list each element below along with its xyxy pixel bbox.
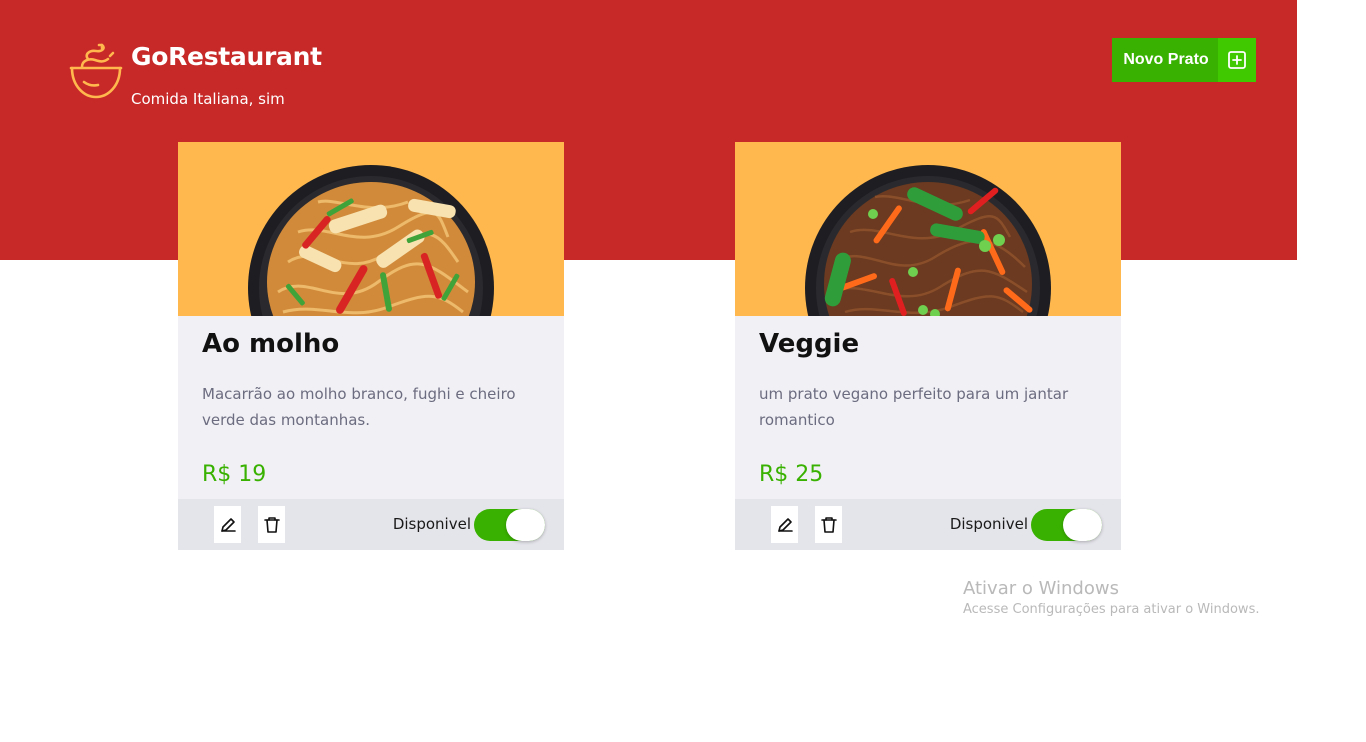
dish-image — [735, 142, 1121, 316]
trash-icon — [263, 516, 280, 533]
dish-name: Veggie — [759, 329, 860, 359]
new-dish-label: Novo Prato — [1123, 51, 1209, 68]
delete-button[interactable] — [258, 506, 285, 543]
pencil-icon — [777, 517, 793, 532]
new-dish-button[interactable]: Novo Prato — [1112, 38, 1256, 82]
watermark-title: Ativar o Windows — [963, 578, 1119, 599]
watermark-subtitle: Acesse Configurações para ativar o Windo… — [963, 602, 1260, 617]
brand-subtitle: Comida Italiana, sim — [131, 90, 285, 108]
toggle-knob — [1063, 509, 1102, 541]
edit-button[interactable] — [771, 506, 798, 543]
dish-footer: Disponivel — [178, 499, 564, 550]
windows-activation-watermark: Ativar o Windows Acesse Configurações pa… — [963, 578, 1259, 617]
dish-card: Ao molho Macarrão ao molho branco, fughi… — [178, 142, 564, 550]
pencil-icon — [220, 517, 236, 532]
trash-icon — [820, 516, 837, 533]
availability-toggle[interactable] — [474, 509, 545, 541]
brand-title: GoRestaurant — [131, 42, 322, 71]
edit-button[interactable] — [214, 506, 241, 543]
toggle-knob — [506, 509, 545, 541]
dish-price: R$ 25 — [759, 462, 824, 487]
dish-name: Ao molho — [202, 329, 340, 359]
availability-label: Disponivel — [392, 515, 471, 533]
availability-toggle[interactable] — [1031, 509, 1102, 541]
dish-image — [178, 142, 564, 316]
bowl-icon — [68, 42, 124, 100]
delete-button[interactable] — [815, 506, 842, 543]
plus-square-icon — [1218, 38, 1256, 82]
dish-footer: Disponivel — [735, 499, 1121, 550]
dish-price: R$ 19 — [202, 462, 267, 487]
dish-description: Macarrão ao molho branco, fughi e cheiro… — [202, 385, 516, 429]
dish-card: Veggie um prato vegano perfeito para um … — [735, 142, 1121, 550]
availability-label: Disponivel — [949, 515, 1028, 533]
dish-description: um prato vegano perfeito para um jantar … — [759, 385, 1069, 429]
